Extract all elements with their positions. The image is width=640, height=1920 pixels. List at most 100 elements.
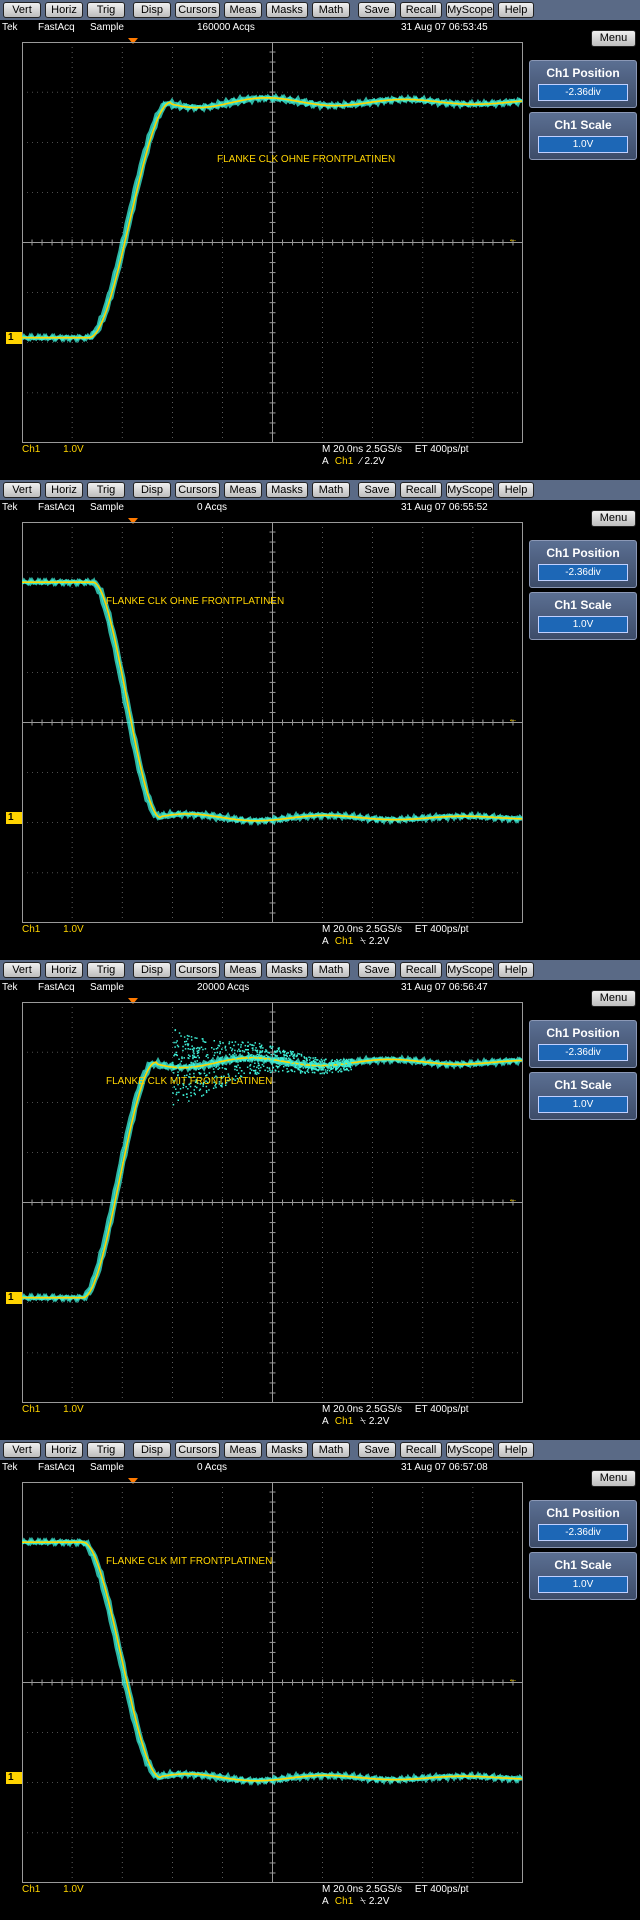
menu-myscope-button[interactable]: MyScope bbox=[446, 482, 494, 498]
menu-help-button[interactable]: Help bbox=[498, 962, 534, 978]
menu-save-button[interactable]: Save bbox=[358, 2, 396, 18]
waveform-display[interactable]: FLANKE CLK OHNE FRONTPLATINEN bbox=[22, 42, 523, 443]
noise-dot bbox=[238, 1048, 240, 1051]
ch1-position-control[interactable]: Ch1 Position -2.36div bbox=[529, 60, 637, 108]
ch1-scale-value[interactable]: 1.0V bbox=[538, 1576, 628, 1593]
menu-math-button[interactable]: Math bbox=[312, 2, 350, 18]
noise-dot bbox=[298, 1053, 301, 1055]
noise-dot bbox=[300, 1053, 303, 1056]
waveform-display[interactable]: FLANKE CLK OHNE FRONTPLATINEN bbox=[22, 522, 523, 923]
ch1-position-control[interactable]: Ch1 Position -2.36div bbox=[529, 1020, 637, 1068]
menu-cursors-button[interactable]: Cursors bbox=[175, 482, 220, 498]
menu-masks-button[interactable]: Masks bbox=[266, 1442, 308, 1458]
ch1-scale-control[interactable]: Ch1 Scale 1.0V bbox=[529, 1552, 637, 1600]
ch1-position-value[interactable]: -2.36div bbox=[538, 1044, 628, 1061]
menu-button[interactable]: Menu bbox=[591, 510, 636, 527]
menu-cursors-button[interactable]: Cursors bbox=[175, 2, 220, 18]
menu-masks-button[interactable]: Masks bbox=[266, 482, 308, 498]
menu-meas-button[interactable]: Meas bbox=[224, 482, 262, 498]
menu-help-button[interactable]: Help bbox=[498, 1442, 534, 1458]
menu-recall-button[interactable]: Recall bbox=[400, 962, 442, 978]
ch1-ground-marker[interactable]: 1 bbox=[6, 331, 22, 344]
ch1-scale-value[interactable]: 1.0V bbox=[538, 136, 628, 153]
noise-dot bbox=[263, 1055, 266, 1057]
noise-dot bbox=[270, 1047, 273, 1049]
waveform-display[interactable]: FLANKE CLK MIT FRONTPLATINEN bbox=[22, 1482, 523, 1883]
menu-meas-button[interactable]: Meas bbox=[224, 1442, 262, 1458]
menu-help-button[interactable]: Help bbox=[498, 482, 534, 498]
menu-horiz-button[interactable]: Horiz bbox=[45, 2, 83, 18]
ch1-ground-marker[interactable]: 1 bbox=[6, 1771, 22, 1784]
menu-trig-button[interactable]: Trig bbox=[87, 1442, 125, 1458]
menu-vert-button[interactable]: Vert bbox=[3, 482, 41, 498]
menu-meas-button[interactable]: Meas bbox=[224, 2, 262, 18]
menu-math-button[interactable]: Math bbox=[312, 482, 350, 498]
noise-dot bbox=[251, 1069, 253, 1071]
menu-masks-button[interactable]: Masks bbox=[266, 962, 308, 978]
noise-dot bbox=[247, 1041, 249, 1044]
menu-horiz-button[interactable]: Horiz bbox=[45, 962, 83, 978]
menu-button[interactable]: Menu bbox=[591, 1470, 636, 1487]
ch1-position-value[interactable]: -2.36div bbox=[538, 564, 628, 581]
menu-myscope-button[interactable]: MyScope bbox=[446, 1442, 494, 1458]
noise-dot bbox=[290, 1069, 292, 1071]
noise-dot bbox=[252, 1054, 255, 1057]
noise-dot bbox=[312, 1057, 314, 1059]
noise-dot bbox=[192, 1054, 194, 1057]
ch1-position-control[interactable]: Ch1 Position -2.36div bbox=[529, 1500, 637, 1548]
menu-help-button[interactable]: Help bbox=[498, 2, 534, 18]
timebase-value: M 20.0ns 2.5GS/s bbox=[322, 924, 403, 935]
noise-dot bbox=[229, 1047, 232, 1049]
menu-button[interactable]: Menu bbox=[591, 30, 636, 47]
menu-myscope-button[interactable]: MyScope bbox=[446, 962, 494, 978]
menu-horiz-button[interactable]: Horiz bbox=[45, 482, 83, 498]
menu-vert-button[interactable]: Vert bbox=[3, 962, 41, 978]
menu-myscope-button[interactable]: MyScope bbox=[446, 2, 494, 18]
menu-vert-button[interactable]: Vert bbox=[3, 1442, 41, 1458]
menu-recall-button[interactable]: Recall bbox=[400, 1442, 442, 1458]
trigger-level-icon[interactable]: ← bbox=[508, 1674, 518, 1685]
menu-trig-button[interactable]: Trig bbox=[87, 482, 125, 498]
noise-dot bbox=[228, 1041, 231, 1043]
et-value: ET 400ps/pt bbox=[414, 1884, 469, 1895]
menu-cursors-button[interactable]: Cursors bbox=[175, 962, 220, 978]
menu-save-button[interactable]: Save bbox=[358, 962, 396, 978]
noise-dot bbox=[261, 1060, 263, 1062]
trigger-level: ⍀ 2.2V bbox=[360, 1416, 390, 1427]
ch1-position-value[interactable]: -2.36div bbox=[538, 1524, 628, 1541]
ch1-scale-value[interactable]: 1.0V bbox=[538, 1096, 628, 1113]
menu-button[interactable]: Menu bbox=[591, 990, 636, 1007]
menu-trig-button[interactable]: Trig bbox=[87, 2, 125, 18]
waveform-display[interactable]: FLANKE CLK MIT FRONTPLATINEN bbox=[22, 1002, 523, 1403]
menu-save-button[interactable]: Save bbox=[358, 1442, 396, 1458]
menu-recall-button[interactable]: Recall bbox=[400, 482, 442, 498]
trigger-level-icon[interactable]: ← bbox=[508, 714, 518, 725]
menu-meas-button[interactable]: Meas bbox=[224, 962, 262, 978]
noise-dot bbox=[261, 1051, 263, 1053]
ch1-position-value[interactable]: -2.36div bbox=[538, 84, 628, 101]
menu-disp-button[interactable]: Disp bbox=[133, 482, 171, 498]
ch1-scale-control[interactable]: Ch1 Scale 1.0V bbox=[529, 592, 637, 640]
ch1-scale-control[interactable]: Ch1 Scale 1.0V bbox=[529, 112, 637, 160]
ch1-ground-marker[interactable]: 1 bbox=[6, 811, 22, 824]
menu-vert-button[interactable]: Vert bbox=[3, 2, 41, 18]
menu-disp-button[interactable]: Disp bbox=[133, 1442, 171, 1458]
trigger-level-icon[interactable]: ← bbox=[508, 1194, 518, 1205]
menu-disp-button[interactable]: Disp bbox=[133, 962, 171, 978]
menu-cursors-button[interactable]: Cursors bbox=[175, 1442, 220, 1458]
menu-math-button[interactable]: Math bbox=[312, 962, 350, 978]
ch1-ground-marker[interactable]: 1 bbox=[6, 1291, 22, 1304]
menu-save-button[interactable]: Save bbox=[358, 482, 396, 498]
trigger-level-icon[interactable]: ← bbox=[508, 234, 518, 245]
ch1-position-control[interactable]: Ch1 Position -2.36div bbox=[529, 540, 637, 588]
menu-horiz-button[interactable]: Horiz bbox=[45, 1442, 83, 1458]
menu-disp-button[interactable]: Disp bbox=[133, 2, 171, 18]
noise-dot bbox=[173, 1054, 175, 1057]
noise-dot bbox=[269, 1045, 272, 1047]
ch1-scale-control[interactable]: Ch1 Scale 1.0V bbox=[529, 1072, 637, 1120]
menu-math-button[interactable]: Math bbox=[312, 1442, 350, 1458]
ch1-scale-value[interactable]: 1.0V bbox=[538, 616, 628, 633]
menu-trig-button[interactable]: Trig bbox=[87, 962, 125, 978]
menu-recall-button[interactable]: Recall bbox=[400, 2, 442, 18]
menu-masks-button[interactable]: Masks bbox=[266, 2, 308, 18]
